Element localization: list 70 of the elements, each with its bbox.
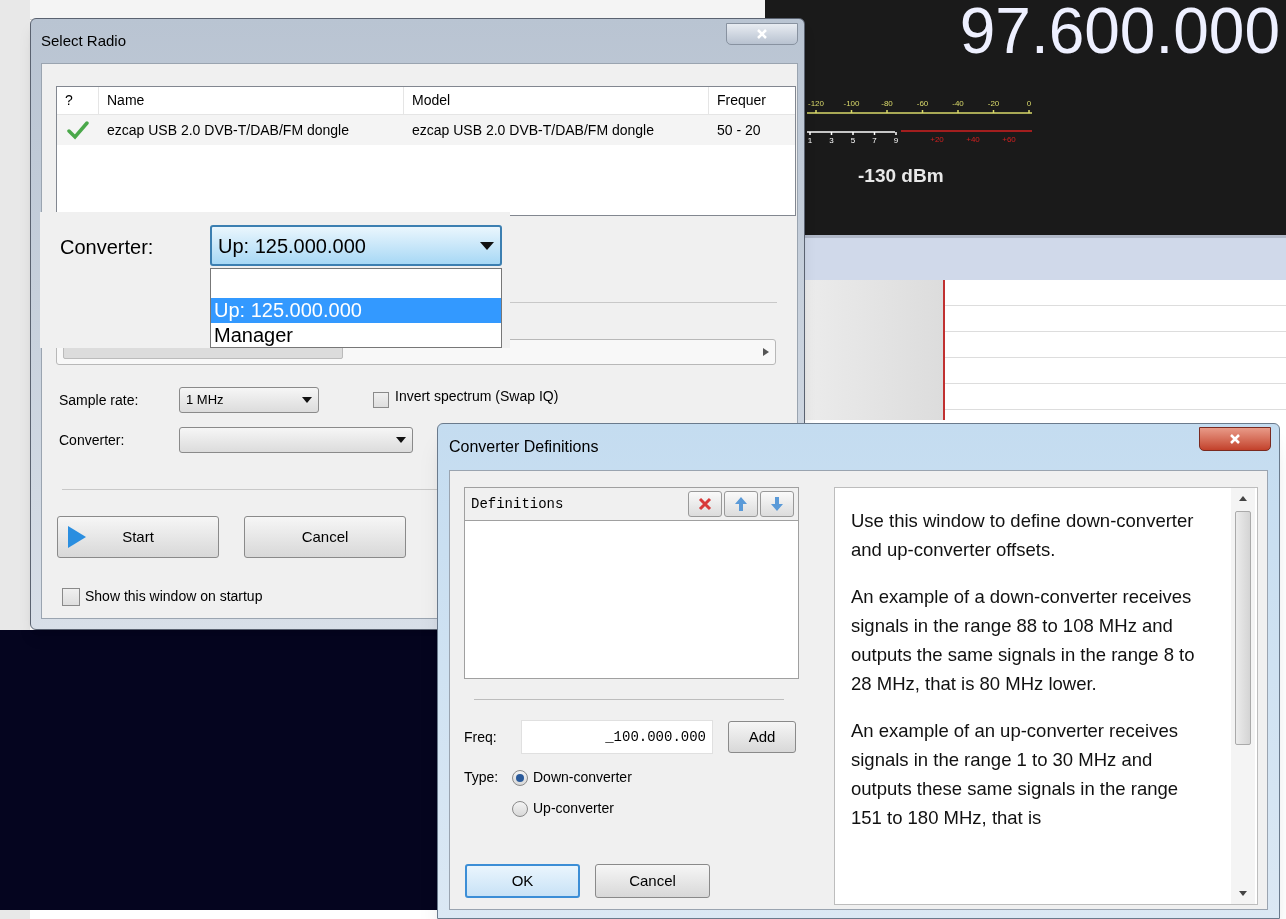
cancel-button[interactable]: Cancel	[595, 864, 710, 898]
checkbox[interactable]	[373, 392, 389, 408]
scale-label: -120	[808, 99, 824, 108]
scale-label: 5	[850, 136, 856, 145]
radio-button[interactable]	[512, 769, 528, 786]
radio-button[interactable]	[512, 800, 528, 817]
scale-label: 3	[829, 136, 834, 145]
table-cell-text: ezcap USB 2.0 DVB-T/DAB/FM dongle	[106, 120, 350, 140]
close-icon	[756, 28, 768, 40]
frequency-input[interactable]: _100.000.000	[521, 720, 713, 754]
scale-label: -80	[881, 99, 893, 108]
arrow-down-icon	[771, 497, 783, 511]
help-text: Use this window to define down-converter and up-converter offsets.	[851, 509, 1195, 562]
field-label: Sample rate:	[59, 390, 140, 410]
column-header[interactable]: Model	[404, 87, 709, 114]
column-header[interactable]: ?	[57, 87, 99, 114]
converter-dropdown[interactable]	[179, 427, 413, 453]
close-button[interactable]	[1199, 427, 1271, 451]
radio-label: Down-converter	[533, 768, 632, 787]
checkbox[interactable]	[62, 587, 80, 606]
checkbox-label: Show this window on startup	[85, 587, 263, 606]
move-down-button[interactable]	[760, 491, 794, 517]
scale-label: 7	[872, 136, 877, 145]
sample-rate-dropdown[interactable]: 1 MHz	[179, 387, 319, 413]
play-icon	[68, 526, 86, 548]
delete-button[interactable]	[688, 491, 722, 517]
scale-label: +20	[930, 135, 944, 144]
scale-label: 1	[807, 136, 813, 145]
window-title: Converter Definitions	[449, 437, 599, 457]
scale-label: +40	[966, 135, 980, 144]
scale-label: -40	[952, 99, 964, 108]
field-label: Converter:	[60, 235, 154, 260]
start-button[interactable]: Start	[57, 516, 219, 558]
table-cell-text: 50 - 20	[716, 120, 762, 140]
scale-label: 9	[893, 136, 899, 145]
signal-reading: -130 dBm	[858, 164, 944, 188]
converter-dropdown[interactable]: Up: 125.000.000	[210, 225, 502, 266]
scale-label: -100	[843, 99, 860, 108]
add-button[interactable]: Add	[728, 721, 796, 753]
list-header: Definitions	[471, 494, 564, 514]
move-up-button[interactable]	[724, 491, 758, 517]
scale-label: -20	[987, 99, 1000, 108]
help-text: An example of a down-converter receives signals in the range 88 to 108 MHz and outputs the same signals in the range 8 to 28 MHz, that is 80 MHz lower.	[851, 585, 1196, 696]
column-header[interactable]: Frequer	[709, 87, 795, 114]
table-cell-text: ezcap USB 2.0 DVB-T/DAB/FM dongle	[411, 120, 655, 140]
arrow-icon[interactable]	[1239, 496, 1247, 501]
scrollbar-thumb[interactable]	[1235, 511, 1251, 745]
field-label: Converter:	[59, 430, 126, 450]
delete-icon	[698, 497, 712, 511]
close-icon	[1229, 433, 1241, 445]
checkbox-label: Invert spectrum (Swap IQ)	[395, 386, 559, 406]
help-text: An example of an up-converter receives signals in the range 1 to 30 MHz and outputs these same signals in the range 151 to 180 MHz, that is	[851, 719, 1180, 830]
radio-label: Up-converter	[533, 799, 614, 818]
scale-label: +60	[1002, 135, 1016, 144]
field-label: Type:	[464, 768, 500, 787]
scale-label: -60	[916, 99, 929, 108]
frequency-display: 97.600.000	[959, 0, 1280, 66]
arrow-icon[interactable]	[1239, 891, 1247, 896]
arrow-icon[interactable]	[763, 348, 769, 356]
window-title: Select Radio	[41, 30, 127, 51]
ok-button[interactable]: OK	[465, 864, 580, 898]
caret-icon	[302, 397, 312, 403]
caret-icon	[480, 241, 494, 250]
dropdown-option[interactable]: Manager	[211, 323, 501, 348]
caret-icon	[396, 437, 406, 443]
cancel-button[interactable]: Cancel	[244, 516, 406, 558]
field-label: Freq:	[464, 727, 498, 747]
column-header[interactable]: Name	[99, 87, 404, 114]
arrow-up-icon	[735, 497, 747, 511]
scale-label: 0	[1026, 99, 1032, 108]
